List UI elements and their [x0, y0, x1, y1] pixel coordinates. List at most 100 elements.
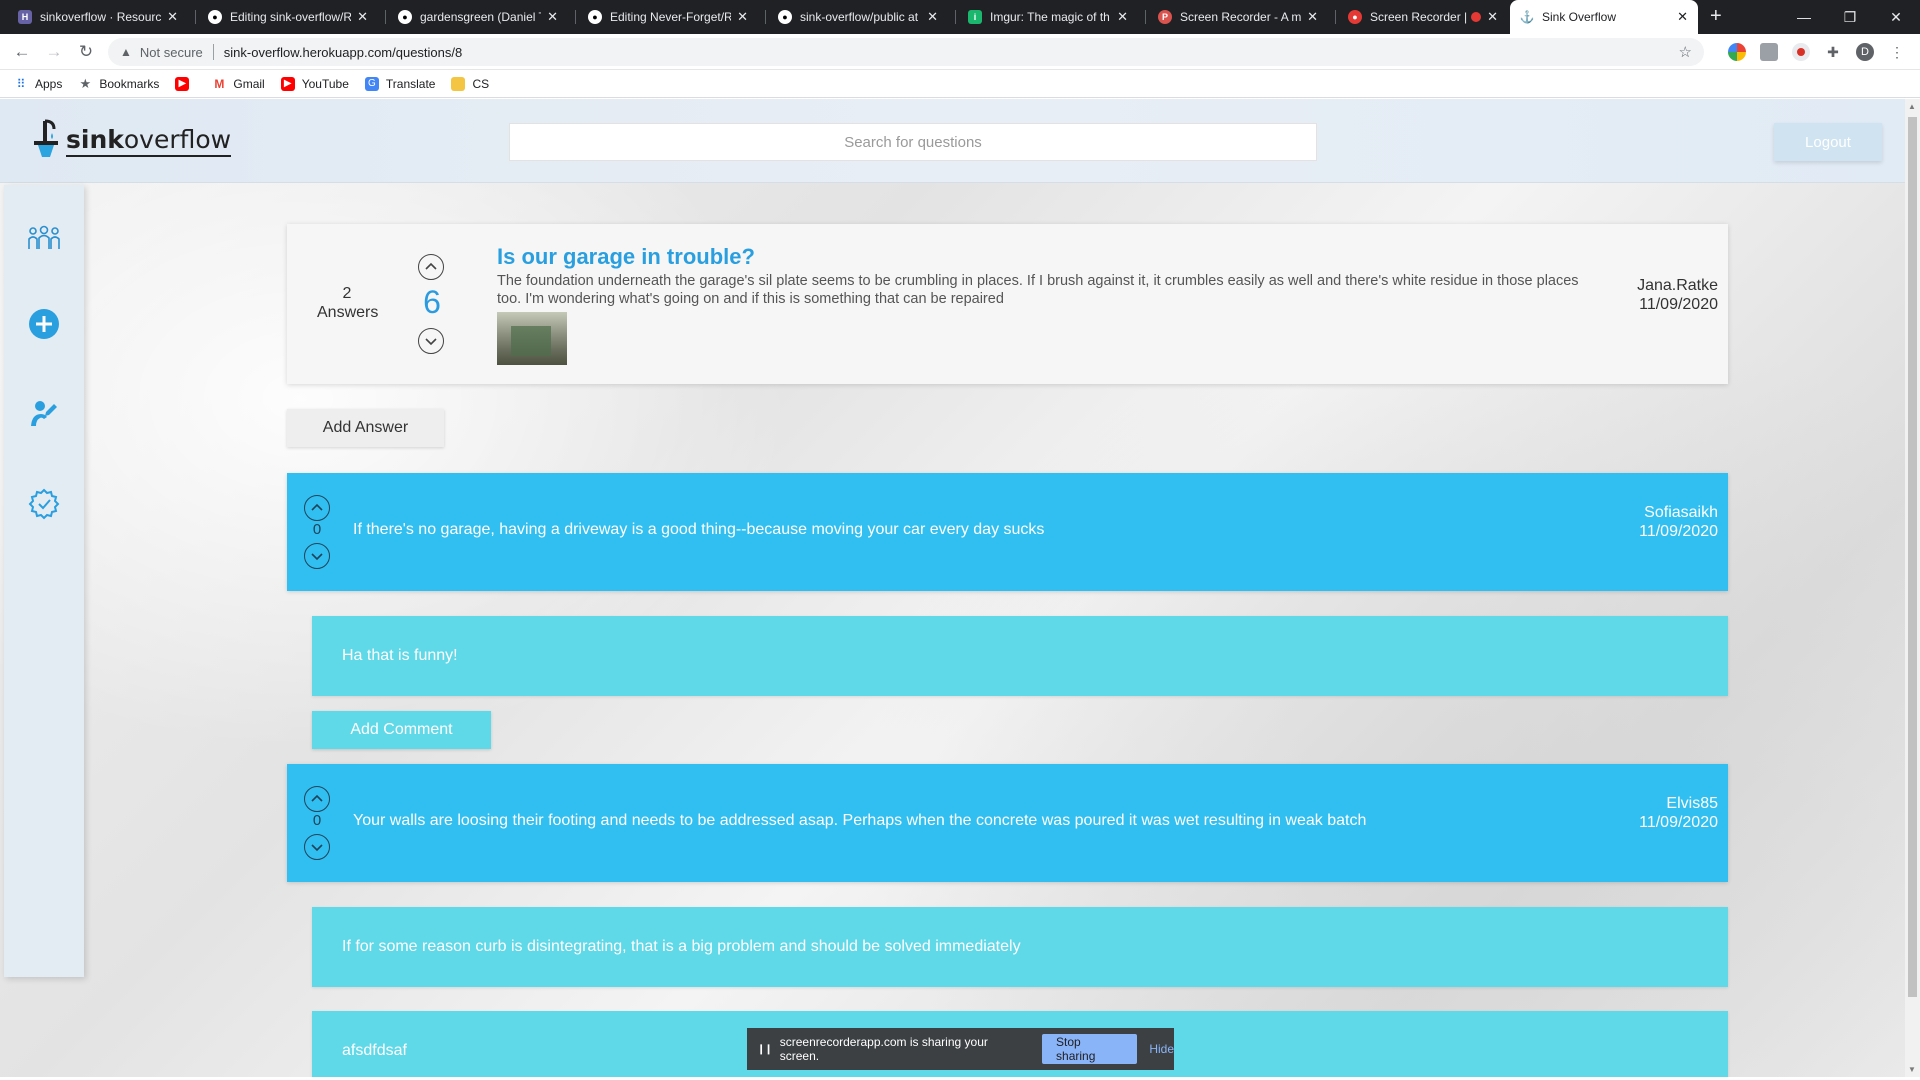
search-input[interactable]: Search for questions — [509, 123, 1317, 161]
question-author[interactable]: Jana.Ratke — [1637, 276, 1718, 295]
browser-tab[interactable]: ● Editing Never-Forget/R ✕ — [578, 0, 758, 34]
folder-icon — [451, 76, 466, 91]
close-icon[interactable]: ✕ — [547, 9, 558, 25]
chevron-up-icon — [311, 503, 323, 511]
browser-tab[interactable]: H sinkoverflow · Resource ✕ — [8, 0, 188, 34]
youtube-icon: ▶ — [280, 76, 295, 91]
answer-card: 0 If there's no garage, having a drivewa… — [287, 473, 1728, 591]
logout-button[interactable]: Logout — [1774, 123, 1882, 161]
record-icon: ● — [1348, 10, 1362, 24]
restore-icon[interactable]: ❐ — [1827, 0, 1873, 34]
close-icon[interactable]: ✕ — [1117, 9, 1128, 25]
browser-tab[interactable]: ● Editing sink-overflow/R ✕ — [198, 0, 378, 34]
user-icon[interactable] — [27, 397, 61, 431]
bookmark-folder-cs[interactable]: CS — [451, 76, 489, 91]
bookmark-translate[interactable]: G Translate — [364, 76, 435, 91]
star-icon: ★ — [79, 75, 92, 91]
close-icon[interactable]: ✕ — [1487, 9, 1498, 25]
screenrecorder-icon: P — [1158, 10, 1172, 24]
close-icon[interactable]: ✕ — [1677, 9, 1688, 25]
forward-icon[interactable]: → — [42, 40, 66, 64]
youtube-icon: ▶ — [175, 76, 190, 91]
answer-author[interactable]: Elvis85 — [1639, 794, 1718, 813]
scroll-up-icon[interactable]: ▲ — [1908, 102, 1916, 111]
stop-sharing-button[interactable]: Stop sharing — [1042, 1034, 1138, 1064]
upvote-button[interactable] — [418, 254, 444, 280]
sidebar — [4, 185, 84, 977]
extension-icon[interactable] — [1760, 43, 1778, 61]
downvote-button[interactable] — [304, 834, 330, 860]
back-icon[interactable]: ← — [10, 40, 34, 64]
add-answer-button[interactable]: Add Answer — [287, 409, 444, 447]
answer-author[interactable]: Sofiasaikh — [1639, 503, 1718, 522]
comment-card: If for some reason curb is disintegratin… — [312, 907, 1728, 987]
answer-score: 0 — [312, 812, 322, 829]
community-icon[interactable] — [27, 221, 61, 255]
bookmark-star-icon[interactable]: ☆ — [1679, 43, 1692, 61]
minimize-icon[interactable]: — — [1781, 0, 1827, 34]
window-close-icon[interactable]: ✕ — [1873, 0, 1919, 34]
answer-meta: Sofiasaikh 11/09/2020 — [1639, 503, 1718, 541]
question-meta: Jana.Ratke 11/09/2020 — [1637, 276, 1718, 314]
bookmark-youtube[interactable]: ▶ YouTube — [280, 76, 349, 91]
add-question-icon[interactable] — [27, 307, 61, 341]
downvote-button[interactable] — [418, 328, 444, 354]
close-icon[interactable]: ✕ — [357, 9, 368, 25]
chevron-down-icon — [311, 844, 323, 852]
browser-tab[interactable]: P Screen Recorder - A mi ✕ — [1148, 0, 1328, 34]
extension-icon[interactable] — [1728, 43, 1746, 61]
answer-score: 0 — [312, 521, 322, 538]
hide-button[interactable]: Hide — [1149, 1042, 1174, 1056]
scrollbar-thumb[interactable] — [1908, 117, 1917, 997]
scroll-down-icon[interactable]: ▼ — [1908, 1065, 1916, 1074]
settings-badge-icon[interactable] — [27, 487, 61, 521]
question-image-thumbnail[interactable] — [497, 312, 567, 365]
pause-icon: ❙❙ — [757, 1043, 773, 1055]
close-icon[interactable]: ✕ — [167, 9, 178, 25]
browser-tab-strip: H sinkoverflow · Resource ✕ ● Editing si… — [0, 0, 1920, 34]
warning-icon: ▲ — [120, 45, 132, 59]
question-title: Is our garage in trouble? — [497, 244, 755, 269]
close-icon[interactable]: ✕ — [1307, 9, 1318, 25]
chevron-down-icon — [311, 553, 323, 561]
upvote-button[interactable] — [304, 495, 330, 521]
reload-icon[interactable]: ↻ — [74, 40, 98, 64]
puzzle-extensions-icon[interactable]: ✚ — [1824, 43, 1842, 61]
browser-tab[interactable]: ● gardensgreen (Daniel T ✕ — [388, 0, 568, 34]
browser-tab[interactable]: i Imgur: The magic of th ✕ — [958, 0, 1138, 34]
browser-tab[interactable]: ● Screen Recorder | ✕ — [1338, 0, 1508, 34]
bookmark-bookmarks[interactable]: ★ Bookmarks — [78, 75, 160, 91]
profile-avatar[interactable]: D — [1856, 43, 1874, 61]
close-icon[interactable]: ✕ — [927, 9, 938, 25]
add-comment-button[interactable]: Add Comment — [312, 711, 491, 749]
recorder-extension-icon[interactable] — [1792, 43, 1810, 61]
recording-indicator-icon — [1471, 12, 1482, 22]
bookmark-gmail[interactable]: M Gmail — [212, 77, 264, 91]
site-header: sinkoverflow Search for questions Logout — [0, 99, 1905, 183]
apps-grid-icon: ⠿ — [16, 76, 26, 91]
sink-logo-icon — [30, 117, 64, 157]
site-logo-text: sinkoverflow — [66, 125, 232, 157]
question-body: The foundation underneath the garage's s… — [497, 273, 1579, 307]
chevron-down-icon — [425, 338, 437, 346]
downvote-button[interactable] — [304, 543, 330, 569]
new-tab-icon[interactable]: + — [1710, 5, 1722, 28]
screen-share-notice: ❙❙ screenrecorderapp.com is sharing your… — [747, 1028, 1174, 1070]
answers-count: 2 Answers — [317, 285, 379, 321]
page-scrollbar[interactable]: ▲ ▼ — [1905, 99, 1920, 1077]
github-icon: ● — [208, 10, 222, 24]
imgur-icon: i — [968, 10, 982, 24]
site-logo[interactable]: sinkoverflow — [30, 117, 232, 157]
close-icon[interactable]: ✕ — [737, 9, 748, 25]
menu-kebab-icon[interactable]: ⋮ — [1888, 43, 1906, 61]
browser-tab-active[interactable]: ⚓ Sink Overflow ✕ — [1510, 0, 1698, 34]
answer-date: 11/09/2020 — [1639, 814, 1718, 831]
upvote-button[interactable] — [304, 786, 330, 812]
address-bar[interactable]: ▲ Not secure sink-overflow.herokuapp.com… — [108, 38, 1704, 66]
bookmark-youtube-shortcut[interactable]: ▶ — [175, 76, 196, 91]
url-text: sink-overflow.herokuapp.com/questions/8 — [223, 44, 463, 60]
question-score: 6 — [423, 284, 441, 320]
bookmark-apps[interactable]: ⠿ Apps — [14, 76, 63, 91]
browser-tab[interactable]: ● sink-overflow/public at ✕ — [768, 0, 948, 34]
translate-icon: G — [364, 76, 379, 91]
